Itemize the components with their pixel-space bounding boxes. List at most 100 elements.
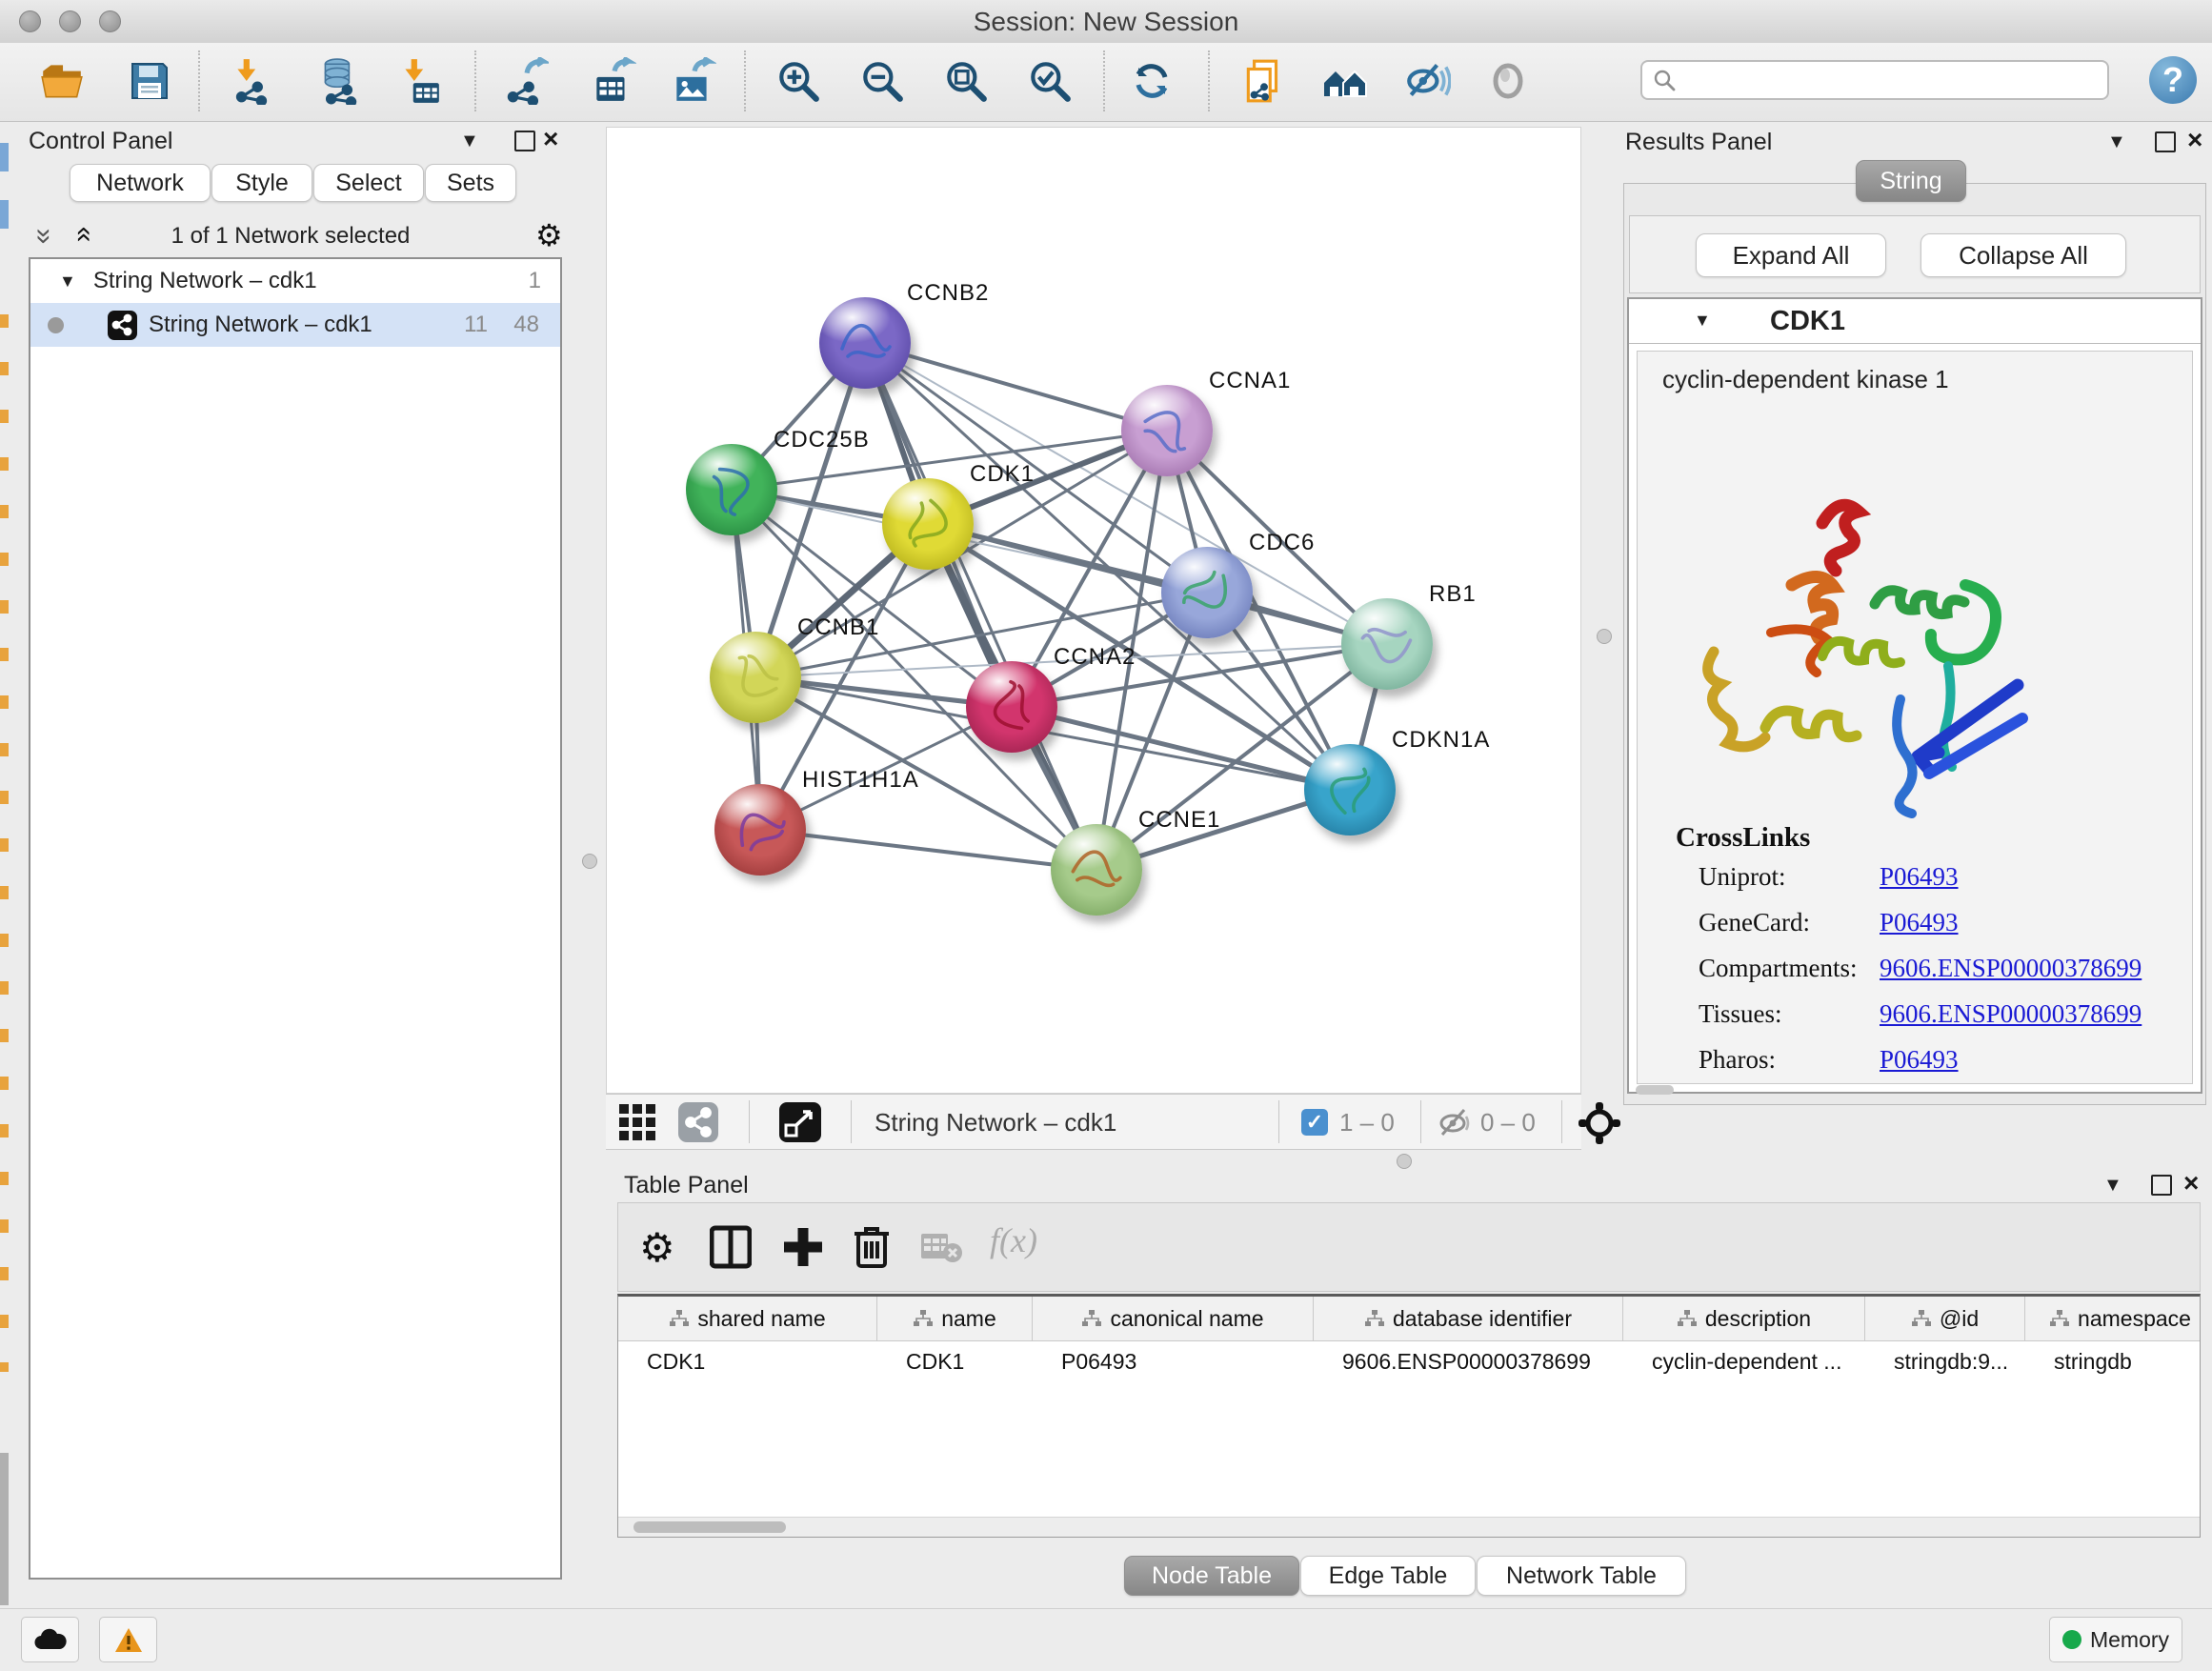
table-panel-maximize-button[interactable]: [2151, 1175, 2172, 1196]
import-network-file-button[interactable]: [225, 54, 278, 108]
cell[interactable]: cyclin-dependent ...: [1623, 1341, 1865, 1381]
cell[interactable]: stringdb: [2025, 1341, 2201, 1381]
import-network-database-button[interactable]: [312, 54, 366, 108]
network-list-options-icon[interactable]: ⚙: [535, 217, 563, 253]
network-node-RB1[interactable]: [1341, 598, 1433, 690]
column-header-0[interactable]: shared name: [618, 1297, 877, 1340]
results-panel-close-button[interactable]: ×: [2187, 131, 2202, 149]
table-options-icon[interactable]: ⚙: [639, 1224, 675, 1271]
window-close-button[interactable]: [19, 10, 41, 32]
crosslink-value-link[interactable]: P06493: [1880, 862, 1959, 892]
tree-caret-icon[interactable]: ▼: [59, 272, 76, 292]
results-hscroll-thumb[interactable]: [1636, 1085, 1674, 1095]
network-collection-row[interactable]: ▼ String Network – cdk1 1: [30, 259, 560, 303]
zoom-in-button[interactable]: [772, 54, 825, 108]
zoom-fit-button[interactable]: [939, 54, 993, 108]
cell[interactable]: CDK1: [877, 1341, 1033, 1381]
crosslink-value-link[interactable]: P06493: [1880, 908, 1959, 937]
show-all-button[interactable]: [1481, 54, 1535, 108]
window-minimize-button[interactable]: [59, 10, 81, 32]
clipboard-network-button[interactable]: [1237, 54, 1291, 108]
search-input[interactable]: [1684, 66, 2107, 94]
view-mode-button[interactable]: [678, 1102, 718, 1147]
horizontal-splitter-handle[interactable]: [1397, 1154, 1412, 1169]
cell[interactable]: 9606.ENSP00000378699: [1314, 1341, 1623, 1381]
crosslink-value-link[interactable]: 9606.ENSP00000378699: [1880, 999, 2142, 1029]
entry-caret-icon[interactable]: ▼: [1694, 311, 1711, 331]
network-node-CDC6[interactable]: [1161, 547, 1253, 638]
network-node-CCNE1[interactable]: [1051, 824, 1142, 916]
warning-status-button[interactable]: [99, 1617, 157, 1662]
column-header-3[interactable]: database identifier: [1314, 1297, 1623, 1340]
tab-style[interactable]: Style: [211, 164, 312, 202]
control-panel-float-button[interactable]: ▼: [460, 131, 479, 152]
delete-table-button[interactable]: [921, 1230, 963, 1269]
delete-column-button[interactable]: [853, 1224, 891, 1275]
cell[interactable]: stringdb:9...: [1865, 1341, 2025, 1381]
cell[interactable]: CDK1: [618, 1341, 877, 1381]
selected-checkbox[interactable]: ✓: [1301, 1109, 1328, 1136]
add-column-button[interactable]: [782, 1224, 824, 1275]
grid-mode-button[interactable]: [619, 1104, 657, 1145]
control-panel-maximize-button[interactable]: [514, 131, 535, 151]
export-image-button[interactable]: [666, 54, 719, 108]
tab-network[interactable]: Network: [70, 164, 211, 202]
crosslink-value-link[interactable]: 9606.ENSP00000378699: [1880, 954, 2142, 983]
function-builder-button[interactable]: f(x): [990, 1220, 1037, 1260]
network-node-CCNA2[interactable]: [966, 661, 1057, 753]
tab-string[interactable]: String: [1856, 160, 1966, 202]
network-row-selected[interactable]: String Network – cdk1 11 48: [30, 303, 560, 347]
network-node-CDC25B[interactable]: [686, 444, 777, 535]
fit-content-button[interactable]: [1578, 1101, 1621, 1150]
export-network-button[interactable]: [498, 54, 552, 108]
network-node-CDK1[interactable]: [882, 478, 974, 570]
network-node-CCNB1[interactable]: [710, 632, 801, 723]
table-hscroll-thumb[interactable]: [633, 1521, 786, 1533]
open-session-button[interactable]: [35, 54, 89, 108]
table-row[interactable]: CDK1CDK1P064939606.ENSP00000378699cyclin…: [618, 1341, 2200, 1381]
tab-sets[interactable]: Sets: [425, 164, 516, 202]
tab-network-table[interactable]: Network Table: [1477, 1556, 1686, 1596]
table-panel-float-button[interactable]: ▼: [2103, 1175, 2122, 1197]
column-header-1[interactable]: name: [877, 1297, 1033, 1340]
memory-button[interactable]: Memory: [2049, 1617, 2182, 1662]
show-columns-button[interactable]: [710, 1224, 752, 1275]
right-splitter-handle[interactable]: [1597, 629, 1612, 644]
network-view[interactable]: CCNB2CCNA1CDC25BCDK1CDC6RB1CCNB1CCNA2CDK…: [606, 127, 1581, 1094]
save-session-button[interactable]: [123, 54, 176, 108]
help-button[interactable]: ?: [2149, 56, 2197, 104]
results-panel-maximize-button[interactable]: [2155, 131, 2176, 152]
zoom-out-button[interactable]: [855, 54, 909, 108]
zoom-selected-button[interactable]: [1023, 54, 1076, 108]
column-header-2[interactable]: canonical name: [1033, 1297, 1314, 1340]
home-networks-button[interactable]: [1318, 54, 1372, 108]
network-node-label: HIST1H1A: [802, 767, 919, 794]
tab-edge-table[interactable]: Edge Table: [1300, 1556, 1476, 1596]
export-table-button[interactable]: [586, 54, 639, 108]
network-node-HIST1H1A[interactable]: [714, 784, 806, 876]
birds-eye-view-button[interactable]: [779, 1102, 821, 1147]
column-header-6[interactable]: namespace: [2025, 1297, 2201, 1340]
cloud-status-button[interactable]: [21, 1617, 79, 1662]
table-panel-close-button[interactable]: ×: [2183, 1175, 2199, 1192]
expand-all-button[interactable]: Expand All: [1696, 233, 1886, 277]
tab-node-table[interactable]: Node Table: [1124, 1556, 1299, 1596]
apply-layout-button[interactable]: [1125, 54, 1178, 108]
results-entry-header[interactable]: ▼ CDK1: [1629, 299, 2201, 344]
hide-selected-button[interactable]: [1400, 54, 1454, 108]
table-hscrollbar[interactable]: [618, 1517, 2200, 1537]
column-header-5[interactable]: @id: [1865, 1297, 2025, 1340]
tab-select[interactable]: Select: [313, 164, 424, 202]
control-panel-close-button[interactable]: ×: [543, 131, 558, 148]
cell[interactable]: P06493: [1033, 1341, 1314, 1381]
window-zoom-button[interactable]: [99, 10, 121, 32]
network-node-CCNA1[interactable]: [1121, 385, 1213, 476]
network-node-CDKN1A[interactable]: [1304, 744, 1396, 836]
import-table-file-button[interactable]: [392, 54, 446, 108]
column-header-4[interactable]: description: [1623, 1297, 1865, 1340]
left-splitter-handle[interactable]: [582, 854, 597, 869]
network-node-CCNB2[interactable]: [819, 297, 911, 389]
results-panel-float-button[interactable]: ▼: [2107, 131, 2126, 153]
crosslink-value-link[interactable]: P06493: [1880, 1045, 1959, 1075]
collapse-all-button[interactable]: Collapse All: [1920, 233, 2126, 277]
